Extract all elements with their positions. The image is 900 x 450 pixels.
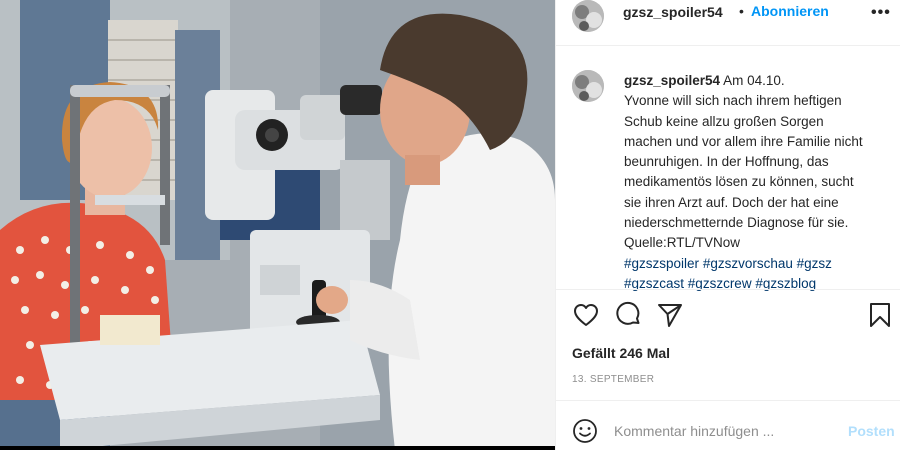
hashtag-link[interactable]: #gzszvorschau bbox=[703, 256, 793, 271]
caption-line: medikamentös lösen zu können, sucht bbox=[624, 174, 854, 190]
avatar-image bbox=[572, 0, 604, 32]
caption-line: Yvonne will sich nach ihrem heftigen bbox=[624, 93, 842, 109]
likes-count[interactable]: Gefällt 246 Mal bbox=[572, 345, 670, 361]
post-photo[interactable] bbox=[0, 0, 555, 450]
hashtag-line: #gzszcast #gzszcrew #gzszblog bbox=[624, 274, 889, 294]
caption-line: Quelle:RTL/TVNow bbox=[624, 235, 741, 251]
hashtag-line: #gzszspoiler #gzszvorschau #gzsz bbox=[624, 254, 889, 274]
avatar-image bbox=[572, 70, 604, 102]
caption-username-link[interactable]: gzsz_spoiler54 bbox=[624, 73, 720, 88]
caption-line: Schub keine allzu großen Sorgen bbox=[624, 113, 824, 129]
follow-button[interactable]: Abonnieren bbox=[751, 3, 829, 19]
add-comment-bar: Posten bbox=[556, 401, 900, 450]
caption-date: Am 04.10. bbox=[723, 73, 785, 88]
avatar[interactable] bbox=[572, 70, 604, 102]
caption-line: beunruhigen. In der Hoffnung, das bbox=[624, 154, 829, 170]
smiley-icon[interactable] bbox=[572, 418, 598, 444]
caption-line: sie ihren Arzt auf. Doch der hat eine bbox=[624, 194, 839, 210]
post-details-panel: gzsz_spoiler54 • Abonnieren ••• gzsz_spo… bbox=[555, 0, 900, 450]
avatar[interactable] bbox=[572, 0, 604, 32]
post-header: gzsz_spoiler54 • Abonnieren ••• bbox=[556, 0, 900, 56]
divider bbox=[556, 289, 900, 290]
comment-input[interactable] bbox=[614, 420, 824, 442]
action-bar bbox=[556, 298, 900, 332]
photo-bottom-bar bbox=[0, 446, 555, 450]
caption-body: Yvonne will sich nach ihrem heftigen Schu… bbox=[624, 91, 889, 253]
post-comment-button[interactable]: Posten bbox=[848, 423, 895, 439]
caption-line: niederschmetternde Diagnose für sie. bbox=[624, 215, 849, 231]
post-photo-illustration bbox=[0, 0, 555, 450]
post-date: 13. SEPTEMBER bbox=[572, 374, 655, 385]
hashtag-link[interactable]: #gzsz bbox=[797, 256, 832, 271]
caption-comment: gzsz_spoiler54 Am 04.10. Yvonne will sic… bbox=[556, 56, 900, 291]
header-username-link[interactable]: gzsz_spoiler54 bbox=[623, 4, 723, 20]
paper-plane-icon[interactable] bbox=[656, 301, 684, 329]
bookmark-icon[interactable] bbox=[866, 301, 894, 329]
hashtag-link[interactable]: #gzszspoiler bbox=[624, 256, 699, 271]
divider bbox=[556, 45, 900, 46]
speech-bubble-icon[interactable] bbox=[614, 301, 642, 329]
more-options-icon[interactable]: ••• bbox=[871, 4, 891, 22]
heart-icon[interactable] bbox=[572, 301, 600, 329]
header-separator: • bbox=[739, 3, 744, 19]
caption-line: machen und vor allem ihre Familie nicht bbox=[624, 133, 863, 149]
caption-text: gzsz_spoiler54 Am 04.10. Yvonne will sic… bbox=[624, 71, 889, 294]
